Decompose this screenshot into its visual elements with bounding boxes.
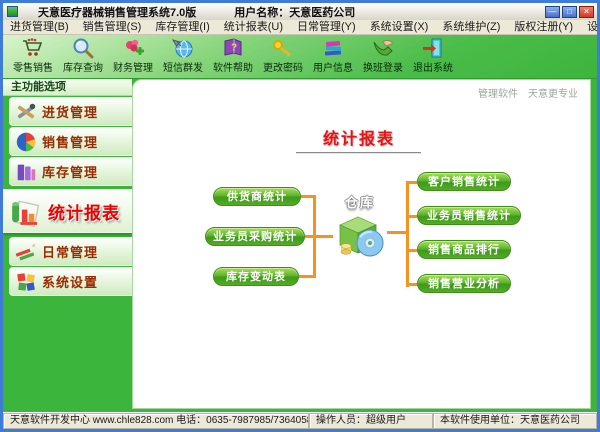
- status-license-unit: 本软件使用单位：天意医药公司: [433, 413, 597, 429]
- menu-inventory[interactable]: 库存管理(I): [148, 20, 216, 34]
- svg-text:?: ?: [231, 43, 237, 54]
- cart-icon: [21, 37, 45, 59]
- sidebar-item-label: 库存管理: [42, 165, 99, 180]
- sidebar-item-reports[interactable]: 统计报表: [3, 189, 132, 233]
- menu-bar: 进货管理(B) 销售管理(S) 库存管理(I) 统计报表(U) 日常管理(Y) …: [3, 20, 597, 35]
- toolbar-label: 换班登录: [363, 63, 403, 74]
- close-button[interactable]: ✕: [579, 5, 594, 18]
- window-title: 天意医疗器械销售管理系统7.0版: [38, 6, 197, 19]
- report-supplier-stats[interactable]: 供货商统计: [213, 187, 301, 206]
- sidebar-item-label: 统计报表: [48, 203, 120, 223]
- minimize-button[interactable]: —: [545, 5, 560, 18]
- sidebar-item-settings[interactable]: 系统设置: [9, 267, 132, 296]
- maximize-button[interactable]: □: [562, 5, 577, 18]
- tools-icon: [10, 100, 42, 124]
- pie-chart-icon: [10, 130, 42, 154]
- sidebar-item-purchase[interactable]: 进货管理: [9, 97, 132, 126]
- toolbar-label: 零售销售: [13, 63, 53, 74]
- status-developer-info: 天意软件开发中心 www.chle828.com 电话：0635-7987985…: [3, 413, 309, 429]
- user-name-label: 用户名称：天意医药公司: [234, 6, 356, 19]
- sidebar-item-label: 系统设置: [42, 275, 99, 290]
- connector-line: [409, 181, 417, 184]
- sidebar-item-inventory[interactable]: 库存管理: [9, 157, 132, 186]
- sidebar-item-label: 销售管理: [42, 135, 99, 150]
- toolbar-retail-sales[interactable]: 零售销售: [8, 36, 58, 74]
- sidebar-item-label: 日常管理: [42, 245, 99, 260]
- sidebar-item-label: 进货管理: [42, 105, 99, 120]
- toolbar-label: 软件帮助: [213, 63, 253, 74]
- menu-sales[interactable]: 销售管理(S): [76, 20, 149, 34]
- slogan-text: 管理软件 天意更专业: [478, 89, 578, 100]
- toolbar-label: 短信群发: [163, 63, 203, 74]
- report-salesman-sales-stats[interactable]: 业务员销售统计: [417, 206, 521, 225]
- menu-input-method[interactable]: 设置输入法(Z): [580, 20, 597, 34]
- menu-settings[interactable]: 系统设置(X): [363, 20, 436, 34]
- report-customer-sales-stats[interactable]: 客户销售统计: [417, 172, 511, 191]
- report-inventory-change[interactable]: 库存变动表: [213, 267, 299, 286]
- app-window: 天意医疗器械销售管理系统7.0版 用户名称：天意医药公司 — □ ✕ 进货管理(…: [0, 0, 600, 432]
- sidebar-item-daily[interactable]: 日常管理: [9, 237, 132, 266]
- page-title: 统计报表: [322, 131, 395, 148]
- report-product-ranking[interactable]: 销售商品排行: [417, 240, 511, 259]
- books-icon: [321, 37, 345, 59]
- toolbar-label: 库存查询: [63, 63, 103, 74]
- toolbar-user-info[interactable]: 用户信息: [308, 36, 358, 74]
- books-stack-icon: [10, 160, 42, 184]
- toolbar-label: 退出系统: [413, 63, 453, 74]
- menu-purchase[interactable]: 进货管理(B): [3, 20, 76, 34]
- connector-line: [305, 235, 333, 238]
- connector-line: [313, 195, 316, 278]
- title-underline: [296, 152, 421, 154]
- window-controls: — □ ✕: [545, 5, 594, 18]
- finance-icon: [121, 37, 145, 59]
- connector-line: [409, 215, 417, 218]
- report-sales-analysis[interactable]: 销售营业分析: [417, 274, 511, 293]
- toolbar-label: 财务管理: [113, 63, 153, 74]
- title-bar: 天意医疗器械销售管理系统7.0版 用户名称：天意医药公司 — □ ✕: [3, 3, 597, 20]
- menu-reports[interactable]: 统计报表(U): [217, 20, 290, 34]
- menu-daily[interactable]: 日常管理(Y): [290, 20, 363, 34]
- help-book-icon: ?: [221, 37, 245, 59]
- magnifier-icon: [71, 37, 95, 59]
- content-panel: 管理软件 天意更专业 统计报表 供货商统计 业务员采购统计 库存变动表 客户销售…: [132, 79, 591, 409]
- toolbar-help[interactable]: ? 软件帮助: [208, 36, 258, 74]
- status-bar: 天意软件开发中心 www.chle828.com 电话：0635-7987985…: [3, 412, 597, 429]
- toolbar-label: 用户信息: [313, 63, 353, 74]
- sidebar: 主功能选项 进货管理 销售管理 库存管理 统计报表 日常管理 系统设置: [3, 79, 132, 412]
- sidebar-header: 主功能选项: [3, 79, 132, 96]
- bar-chart-icon: [4, 193, 48, 229]
- connector-line: [409, 283, 417, 286]
- app-icon: [7, 6, 18, 17]
- toolbar-exit-system[interactable]: 退出系统: [408, 36, 458, 74]
- status-operator: 操作人员：超级用户: [309, 413, 433, 429]
- pencils-icon: [10, 240, 42, 264]
- toolbar-shift-login[interactable]: 换班登录: [358, 36, 408, 74]
- connector-line: [406, 181, 409, 287]
- connector-line: [409, 249, 417, 252]
- toolbar-inventory-query[interactable]: 库存查询: [58, 36, 108, 74]
- main-area: 主功能选项 进货管理 销售管理 库存管理 统计报表 日常管理 系统设置 管理软件…: [3, 79, 597, 412]
- menu-maintenance[interactable]: 系统维护(Z): [435, 20, 507, 34]
- toolbar-label: 更改密码: [263, 63, 303, 74]
- toolbar: 零售销售 库存查询 财务管理 短信群发 ? 软件帮助 更改密码 用户信息 换班登: [3, 35, 597, 79]
- toolbar-sms-broadcast[interactable]: 短信群发: [158, 36, 208, 74]
- satellite-icon: [171, 37, 195, 59]
- handshake-icon: [371, 37, 395, 59]
- menu-register[interactable]: 版权注册(Y): [507, 20, 580, 34]
- exit-door-icon: [421, 37, 445, 59]
- key-icon: [271, 37, 295, 59]
- warehouse-hub: 仓库: [331, 192, 389, 264]
- warehouse-cube-icon: [332, 216, 388, 263]
- sidebar-item-sales[interactable]: 销售管理: [9, 127, 132, 156]
- toolbar-change-password[interactable]: 更改密码: [258, 36, 308, 74]
- report-salesman-purchase-stats[interactable]: 业务员采购统计: [205, 227, 305, 246]
- blocks-icon: [10, 270, 42, 294]
- warehouse-label: 仓库: [344, 195, 375, 210]
- toolbar-finance[interactable]: 财务管理: [108, 36, 158, 74]
